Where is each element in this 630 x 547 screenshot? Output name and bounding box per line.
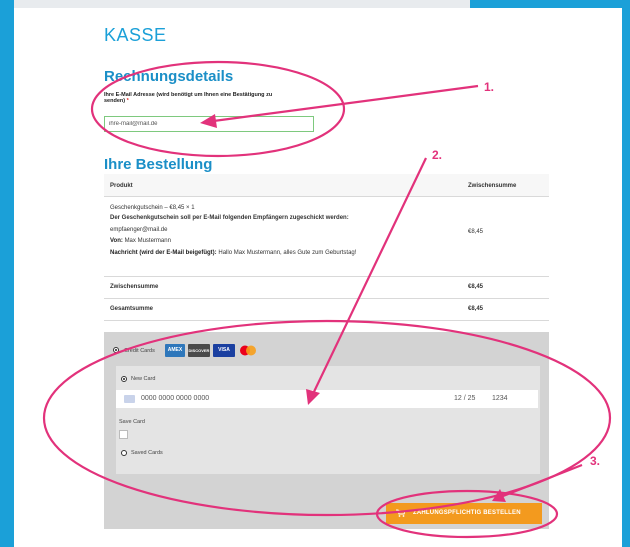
top-accent-bar: [470, 0, 630, 8]
page-title: KASSE: [104, 25, 167, 45]
item-price: €8,45: [468, 229, 484, 235]
new-card-box: [116, 366, 540, 474]
subtotal-row: Zwischensumme €8,45: [104, 276, 549, 299]
order-table: Produkt Zwischensumme Geschenkgutschein …: [104, 174, 549, 321]
visa-logo-icon: VISA: [213, 344, 235, 357]
save-card-checkbox[interactable]: [119, 430, 128, 439]
new-card-label: New Card: [131, 376, 156, 382]
discover-logo-icon: DISCOVER: [188, 344, 210, 357]
credit-card-label: Credit Cards: [124, 348, 155, 354]
mastercard-circles: [240, 345, 256, 356]
mastercard-logo-icon: [238, 344, 258, 357]
email-label-line1: Ihre E-Mail Adresse (wird benötigt um Ih…: [104, 92, 273, 98]
message-value: Hallo Max Mustermann, alles Gute zum Geb…: [218, 250, 357, 256]
item-recipient: empfaenger@mail.de: [110, 227, 168, 233]
step-2-label: 2.: [432, 148, 443, 162]
from-label: Von:: [110, 238, 123, 244]
col-product: Produkt: [110, 183, 133, 189]
card-icon: [124, 395, 135, 403]
total-label: Gesamtsumme: [110, 306, 154, 312]
credit-card-radio[interactable]: [113, 347, 119, 353]
amex-logo-icon: AMEX: [165, 344, 185, 357]
order-header-row: Produkt Zwischensumme: [104, 174, 549, 197]
total-row: Gesamtsumme €8,45: [104, 298, 549, 321]
email-field[interactable]: [104, 116, 314, 132]
expiry-field[interactable]: 12 / 25: [454, 395, 475, 402]
table-row: Geschenkgutschein – €8,45 × 1 Der Gesche…: [104, 196, 549, 277]
subtotal-value: €8,45: [468, 284, 484, 290]
cart-icon: [396, 509, 406, 517]
total-value: €8,45: [468, 306, 484, 312]
step-1-label: 1.: [484, 80, 495, 94]
step-3-label: 3.: [590, 454, 601, 468]
billing-heading: Rechnungsdetails: [104, 68, 234, 85]
subtotal-label: Zwischensumme: [110, 284, 159, 290]
left-accent-bar: [0, 0, 14, 547]
from-value: Max Mustermann: [124, 238, 171, 244]
card-number-placeholder: 0000 0000 0000 0000: [141, 395, 210, 402]
item-note-label: Der Geschenkgutschein soll per E-Mail fo…: [110, 215, 349, 221]
saved-cards-radio[interactable]: [121, 450, 127, 456]
saved-cards-label: Saved Cards: [131, 450, 163, 456]
cvc-field[interactable]: 1234: [492, 395, 508, 402]
email-label: Ihre E-Mail Adresse (wird benötigt um Ih…: [104, 92, 304, 104]
place-order-button[interactable]: ZAHLUNGSPFLICHTIG BESTELLEN: [386, 503, 542, 524]
save-card-label: Save Card: [119, 419, 145, 425]
message-label: Nachricht (wird der E-Mail beigefügt):: [110, 250, 217, 256]
place-order-label: ZAHLUNGSPFLICHTIG BESTELLEN: [413, 510, 521, 516]
new-card-radio[interactable]: [121, 376, 127, 382]
item-name: Geschenkgutschein – €8,45 × 1: [110, 205, 195, 211]
order-heading: Ihre Bestellung: [104, 156, 213, 173]
card-number-field[interactable]: 0000 0000 0000 0000 12 / 25 1234: [116, 390, 538, 408]
col-subtotal: Zwischensumme: [468, 183, 517, 189]
email-label-line2: senden): [104, 98, 126, 104]
right-accent-bar: [622, 0, 630, 547]
required-mark: *: [126, 98, 129, 104]
